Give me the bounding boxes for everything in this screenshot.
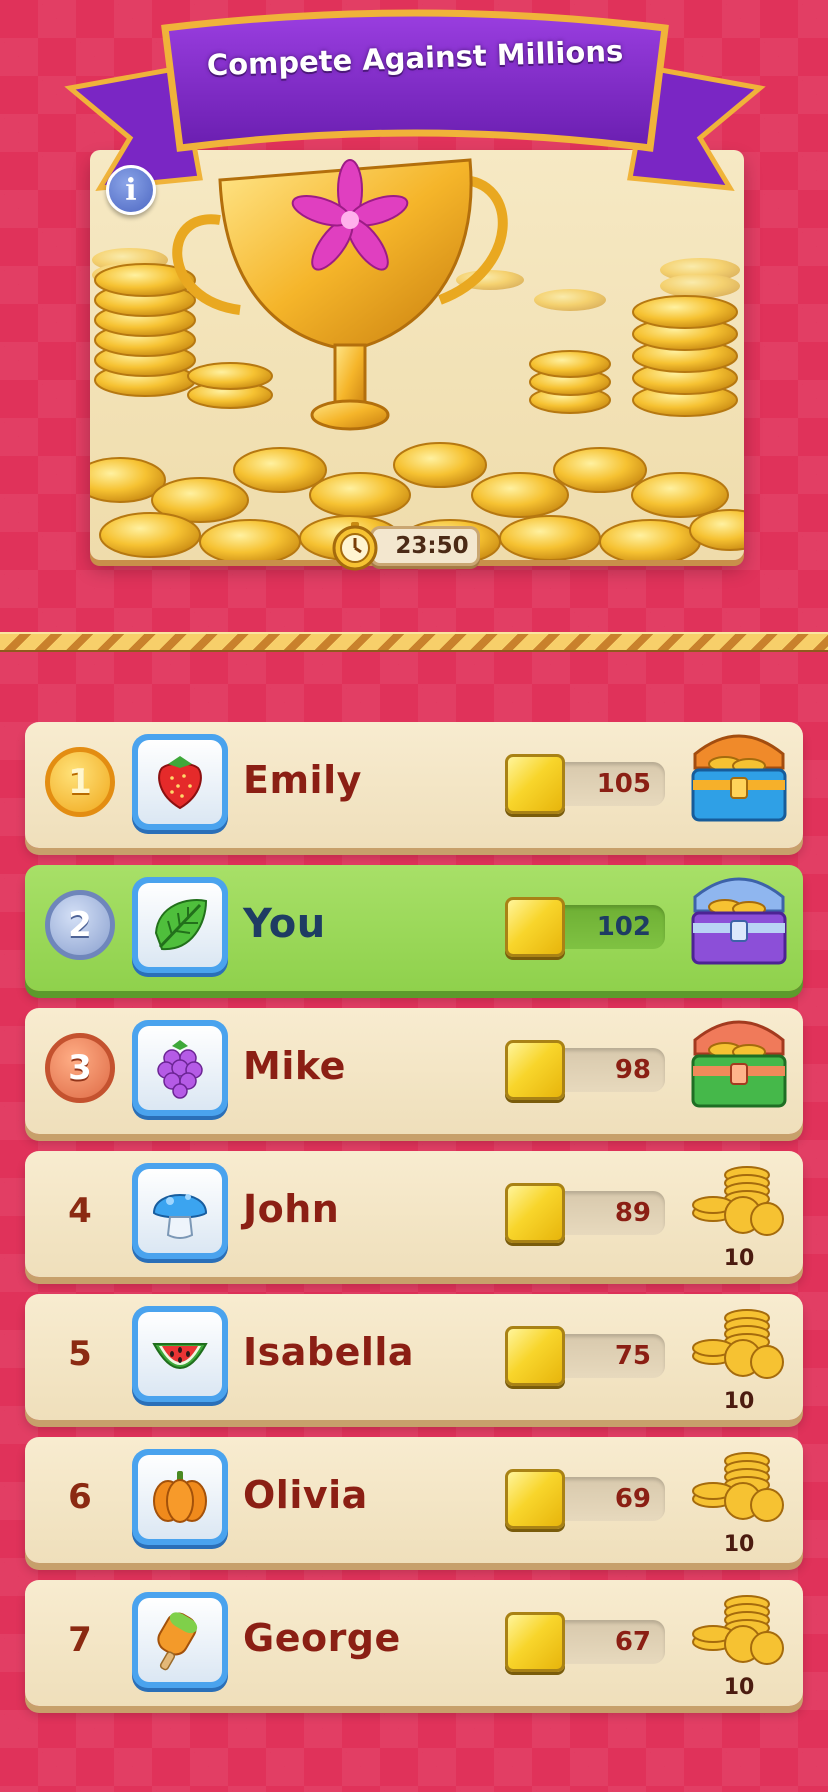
stopwatch-icon bbox=[332, 522, 378, 571]
score-display: 98 bbox=[505, 1040, 665, 1100]
event-hero-card bbox=[90, 150, 744, 560]
gold-tile-icon bbox=[505, 1326, 565, 1386]
avatar bbox=[132, 1306, 228, 1402]
avatar bbox=[132, 1449, 228, 1545]
silver-chest-icon bbox=[691, 877, 787, 965]
score-display: 67 bbox=[505, 1612, 665, 1672]
reward[interactable]: 10 bbox=[685, 1439, 793, 1561]
reward[interactable]: 10 bbox=[685, 1582, 793, 1704]
score-value: 67 bbox=[614, 1627, 651, 1657]
rank-number: 6 bbox=[68, 1477, 92, 1517]
reward-count: 10 bbox=[723, 1389, 755, 1414]
score-value: 89 bbox=[614, 1198, 651, 1228]
player-name: Emily bbox=[243, 758, 362, 802]
avatar bbox=[132, 1163, 228, 1259]
avatar bbox=[132, 734, 228, 830]
score-value: 69 bbox=[614, 1484, 651, 1514]
score-display: 69 bbox=[505, 1469, 665, 1529]
blackberry-icon bbox=[157, 1040, 203, 1099]
rank-number: 7 bbox=[68, 1620, 92, 1660]
reward[interactable] bbox=[685, 1010, 793, 1132]
player-name: John bbox=[243, 1187, 340, 1231]
gold-tile-icon bbox=[505, 1040, 565, 1100]
bronze-chest-icon bbox=[691, 1020, 787, 1108]
gold-tile-icon bbox=[505, 897, 565, 957]
coin-stack-icon bbox=[692, 1452, 784, 1522]
reward-count: 10 bbox=[723, 1675, 755, 1700]
timer-value: 23:50 bbox=[370, 526, 480, 566]
avatar bbox=[132, 1592, 228, 1688]
rank-number: 5 bbox=[68, 1334, 92, 1374]
player-name: Isabella bbox=[243, 1330, 415, 1374]
reward-count: 10 bbox=[723, 1532, 755, 1557]
score-display: 89 bbox=[505, 1183, 665, 1243]
leaderboard-row[interactable]: 7 George 67 10 bbox=[25, 1580, 803, 1706]
score-value: 102 bbox=[596, 912, 651, 942]
coin-stack-icon bbox=[692, 1309, 784, 1379]
leaderboard-row[interactable]: 5 Isabella 75 10 bbox=[25, 1294, 803, 1420]
section-divider bbox=[0, 632, 828, 652]
reward[interactable] bbox=[685, 724, 793, 846]
score-value: 75 bbox=[614, 1341, 651, 1371]
popsicle-icon bbox=[157, 1612, 198, 1671]
score-display: 102 bbox=[505, 897, 665, 957]
leaf-icon bbox=[154, 899, 208, 951]
coin-stack-icon bbox=[692, 1166, 784, 1236]
mushroom-icon bbox=[152, 1194, 208, 1239]
leaderboard-row[interactable]: 1 Emily 105 bbox=[25, 722, 803, 848]
reward[interactable]: 10 bbox=[685, 1296, 793, 1418]
player-name: Mike bbox=[243, 1044, 346, 1088]
gold-tile-icon bbox=[505, 1183, 565, 1243]
player-name: Olivia bbox=[243, 1473, 368, 1517]
gold-chest-icon bbox=[691, 734, 787, 822]
leaderboard-row[interactable]: 3 Mike 98 bbox=[25, 1008, 803, 1134]
event-timer: 23:50 bbox=[330, 522, 480, 571]
info-button[interactable]: i bbox=[106, 165, 156, 215]
reward-count: 10 bbox=[723, 1246, 755, 1271]
rank-number: 4 bbox=[68, 1191, 92, 1231]
silver-medal-icon: 2 bbox=[45, 890, 115, 960]
score-display: 75 bbox=[505, 1326, 665, 1386]
leaderboard: 1 Emily 105 2 You 102 3 Mike 98 4 John 8… bbox=[25, 722, 803, 1723]
gold-tile-icon bbox=[505, 1612, 565, 1672]
bronze-medal-icon: 3 bbox=[45, 1033, 115, 1103]
avatar bbox=[132, 1020, 228, 1116]
score-display: 105 bbox=[505, 754, 665, 814]
leaderboard-row[interactable]: 4 John 89 10 bbox=[25, 1151, 803, 1277]
pumpkin-icon bbox=[153, 1471, 207, 1523]
watermelon-icon bbox=[152, 1343, 208, 1369]
strawberry-icon bbox=[158, 756, 202, 810]
coin-stack-icon bbox=[692, 1595, 784, 1665]
reward[interactable]: 10 bbox=[685, 1153, 793, 1275]
player-name: You bbox=[243, 901, 326, 947]
score-value: 105 bbox=[596, 769, 651, 799]
trophy-coins-illustration bbox=[90, 158, 744, 560]
avatar bbox=[132, 877, 228, 973]
leaderboard-row-you[interactable]: 2 You 102 bbox=[25, 865, 803, 991]
leaderboard-row[interactable]: 6 Olivia 69 10 bbox=[25, 1437, 803, 1563]
reward[interactable] bbox=[685, 867, 793, 989]
gold-medal-icon: 1 bbox=[45, 747, 115, 817]
player-name: George bbox=[243, 1616, 401, 1660]
gold-tile-icon bbox=[505, 754, 565, 814]
score-value: 98 bbox=[614, 1055, 651, 1085]
gold-tile-icon bbox=[505, 1469, 565, 1529]
